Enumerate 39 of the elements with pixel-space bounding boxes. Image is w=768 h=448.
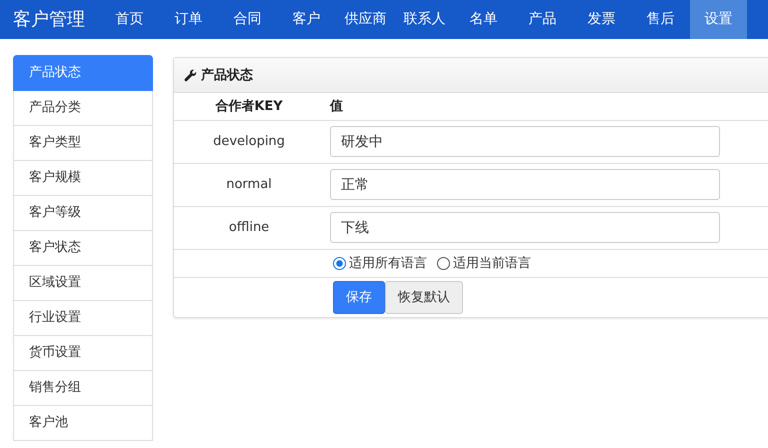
nav-item[interactable]: 合同: [218, 0, 277, 39]
nav-item[interactable]: 售后: [631, 0, 690, 39]
sidebar-item[interactable]: 货币设置: [13, 336, 153, 371]
input-field[interactable]: 研发中: [330, 126, 720, 157]
radio-label[interactable]: 适用所有语言: [349, 254, 427, 272]
nav-item[interactable]: 设置: [690, 0, 747, 39]
nav-item[interactable]: 首页: [100, 0, 159, 39]
sidebar-item[interactable]: 产品分类: [13, 91, 153, 126]
nav-item[interactable]: 产品: [513, 0, 572, 39]
sidebar-item[interactable]: 客户状态: [13, 231, 153, 266]
nav-item[interactable]: 客户: [277, 0, 336, 39]
sidebar-item[interactable]: 客户类型: [13, 126, 153, 161]
key-label: offline: [228, 220, 270, 235]
input-field[interactable]: 下线: [330, 212, 720, 243]
nav-item[interactable]: 联系人: [395, 0, 454, 39]
nav-item[interactable]: 名单: [454, 0, 513, 39]
panel-title: 产品状态: [201, 66, 253, 84]
save-button[interactable]: 保存: [333, 280, 385, 314]
sidebar-item[interactable]: 区域设置: [13, 266, 153, 301]
column-header: 值: [330, 99, 343, 114]
nav-item[interactable]: 供应商: [336, 0, 395, 39]
reset-button[interactable]: 恢复默认: [385, 280, 463, 314]
key-label: developing: [213, 134, 285, 149]
radio-label[interactable]: 适用当前语言: [453, 254, 531, 272]
brand-title[interactable]: 客户管理: [0, 0, 100, 39]
radio-button[interactable]: [333, 256, 346, 270]
key-label: normal: [226, 177, 272, 192]
column-header: 合作者KEY: [215, 99, 283, 114]
wrench-icon: [184, 68, 197, 82]
sidebar-item[interactable]: 产品状态: [13, 55, 153, 91]
sidebar-item[interactable]: 客户规模: [13, 161, 153, 196]
input-field[interactable]: 正常: [330, 169, 720, 200]
nav-item[interactable]: 订单: [159, 0, 218, 39]
nav-item[interactable]: 发票: [572, 0, 631, 39]
radio-button[interactable]: [437, 256, 450, 270]
sidebar-item[interactable]: 销售分组: [13, 371, 153, 406]
sidebar-item[interactable]: 客户池: [13, 406, 153, 441]
sidebar-item[interactable]: 客户等级: [13, 196, 153, 231]
sidebar-item[interactable]: 行业设置: [13, 301, 153, 336]
